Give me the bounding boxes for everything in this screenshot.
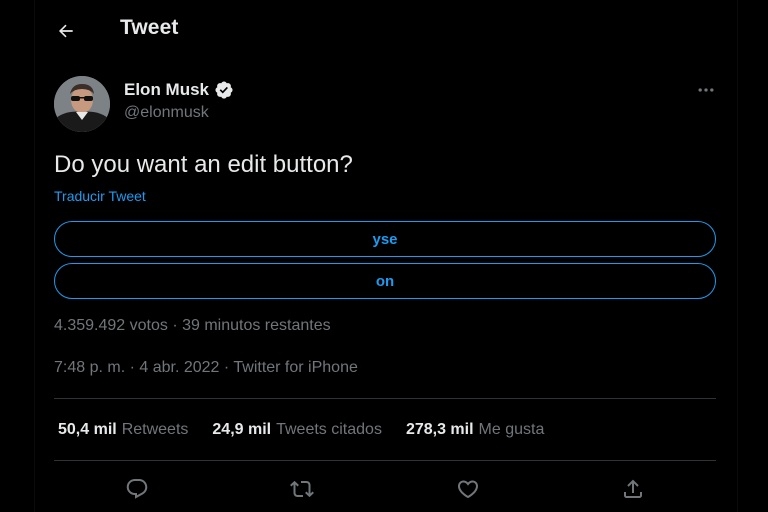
stat-count: 278,3 mil xyxy=(405,421,474,438)
like-icon xyxy=(457,480,479,499)
retweet-button[interactable] xyxy=(289,476,315,502)
author-name[interactable]: Elon Musk xyxy=(124,80,209,100)
tweet-text: Do you want an edit button? xyxy=(54,151,353,178)
translate-tweet-link[interactable]: Traducir Tweet xyxy=(54,188,146,204)
reply-button[interactable] xyxy=(124,476,150,502)
reply-icon xyxy=(126,479,148,499)
likes-stat[interactable]: 278,3 mil Me gusta xyxy=(406,421,544,439)
page-title: Tweet xyxy=(120,16,179,39)
more-options-button[interactable] xyxy=(692,78,720,102)
divider xyxy=(54,460,716,461)
poll-option-1[interactable]: yse xyxy=(54,221,716,257)
author-handle[interactable]: @elonmusk xyxy=(124,104,209,122)
stat-label: Tweets citados xyxy=(276,421,382,438)
tweet-page: Tweet Elon Musk @elonmusk Do you want an… xyxy=(0,0,768,512)
stat-count: 50,4 mil xyxy=(58,421,117,438)
avatar[interactable] xyxy=(54,76,110,132)
quote-tweets-stat[interactable]: 24,9 mil Tweets citados xyxy=(212,421,382,439)
stat-count: 24,9 mil xyxy=(212,421,272,438)
poll-option-2[interactable]: on xyxy=(54,263,716,299)
verified-badge-icon xyxy=(215,81,233,99)
retweet-icon xyxy=(290,480,314,498)
divider xyxy=(54,398,716,399)
retweets-stat[interactable]: 50,4 mil Retweets xyxy=(58,421,188,439)
stat-label: Me gusta xyxy=(478,421,545,438)
share-icon xyxy=(624,479,642,498)
poll-vote-count: 4.359.492 votos · 39 minutos restantes xyxy=(54,317,331,334)
arrow-left-icon xyxy=(58,24,73,38)
tweet-timestamp: 7:48 p. m. · 4 abr. 2022 · Twitter for i… xyxy=(54,359,358,376)
author-name-row: Elon Musk xyxy=(124,80,234,100)
more-horizontal-icon xyxy=(698,88,714,92)
share-button[interactable] xyxy=(620,476,646,502)
avatar-image xyxy=(54,76,110,132)
stat-label: Retweets xyxy=(121,421,189,438)
engagement-stats: 50,4 mil Retweets 24,9 mil Tweets citado… xyxy=(58,421,544,439)
back-button[interactable] xyxy=(50,15,82,47)
like-button[interactable] xyxy=(455,476,481,502)
